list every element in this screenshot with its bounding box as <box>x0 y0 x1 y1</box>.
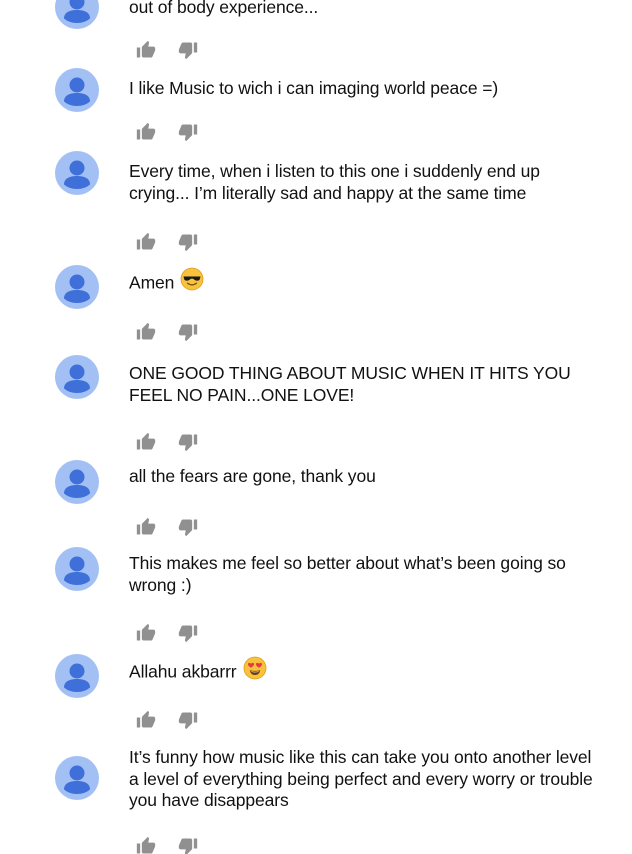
smiling-face-with-sunglasses-emoji <box>180 267 204 297</box>
avatar[interactable] <box>55 151 99 195</box>
like-button[interactable] <box>136 623 158 645</box>
avatar[interactable] <box>55 68 99 112</box>
smiling-face-with-heart-eyes-emoji <box>243 656 267 686</box>
like-button[interactable] <box>136 836 158 854</box>
thumbs-up-icon <box>136 122 156 142</box>
avatar[interactable] <box>55 0 99 29</box>
comment-text: Amen <box>129 267 599 297</box>
dislike-button[interactable] <box>178 623 200 645</box>
dislike-button[interactable] <box>178 432 200 454</box>
avatar[interactable] <box>55 654 99 698</box>
thumbs-up-icon <box>136 710 156 730</box>
comment-text: I like Music to wich i can imaging world… <box>129 78 499 98</box>
avatar[interactable] <box>55 355 99 399</box>
thumbs-down-icon <box>178 40 198 60</box>
comment-text: Allahu akbarrr <box>129 656 599 686</box>
thumbs-down-icon <box>178 836 198 854</box>
comment-text: It’s funny how music like this can take … <box>129 747 593 810</box>
default-user-avatar-icon <box>55 547 99 591</box>
like-button[interactable] <box>136 232 158 254</box>
thumbs-up-icon <box>136 40 156 60</box>
default-user-avatar-icon <box>55 460 99 504</box>
default-user-avatar-icon <box>55 756 99 800</box>
like-button[interactable] <box>136 40 158 62</box>
default-user-avatar-icon <box>55 355 99 399</box>
thumbs-up-icon <box>136 836 156 854</box>
comment-text-content: Allahu akbarrr <box>129 661 237 682</box>
thumbs-down-icon <box>178 322 198 342</box>
thumbs-up-icon <box>136 432 156 452</box>
default-user-avatar-icon <box>55 151 99 195</box>
thumbs-down-icon <box>178 432 198 452</box>
like-button[interactable] <box>136 322 158 344</box>
default-user-avatar-icon <box>55 0 99 29</box>
comment-text-content: Amen <box>129 272 175 293</box>
thumbs-down-icon <box>178 232 198 252</box>
dislike-button[interactable] <box>178 517 200 539</box>
like-button[interactable] <box>136 122 158 144</box>
comment-text: all the fears are gone, thank you <box>129 466 376 486</box>
avatar[interactable] <box>55 265 99 309</box>
dislike-button[interactable] <box>178 122 200 144</box>
dislike-button[interactable] <box>178 322 200 344</box>
comment-text: Every time, when i listen to this one i … <box>129 161 540 203</box>
comment-text: This makes me feel so better about what’… <box>129 553 566 595</box>
default-user-avatar-icon <box>55 68 99 112</box>
dislike-button[interactable] <box>178 40 200 62</box>
comment-text: out of body experience... <box>129 0 319 17</box>
avatar[interactable] <box>55 756 99 800</box>
avatar[interactable] <box>55 547 99 591</box>
avatar[interactable] <box>55 460 99 504</box>
thumbs-down-icon <box>178 122 198 142</box>
default-user-avatar-icon <box>55 265 99 309</box>
thumbs-down-icon <box>178 623 198 643</box>
thumbs-down-icon <box>178 517 198 537</box>
like-button[interactable] <box>136 432 158 454</box>
thumbs-down-icon <box>178 710 198 730</box>
thumbs-up-icon <box>136 517 156 537</box>
thumbs-up-icon <box>136 623 156 643</box>
like-button[interactable] <box>136 710 158 732</box>
like-button[interactable] <box>136 517 158 539</box>
comment-text: ONE GOOD THING ABOUT MUSIC WHEN IT HITS … <box>129 363 571 405</box>
dislike-button[interactable] <box>178 232 200 254</box>
dislike-button[interactable] <box>178 836 200 854</box>
thumbs-up-icon <box>136 232 156 252</box>
thumbs-up-icon <box>136 322 156 342</box>
default-user-avatar-icon <box>55 654 99 698</box>
dislike-button[interactable] <box>178 710 200 732</box>
